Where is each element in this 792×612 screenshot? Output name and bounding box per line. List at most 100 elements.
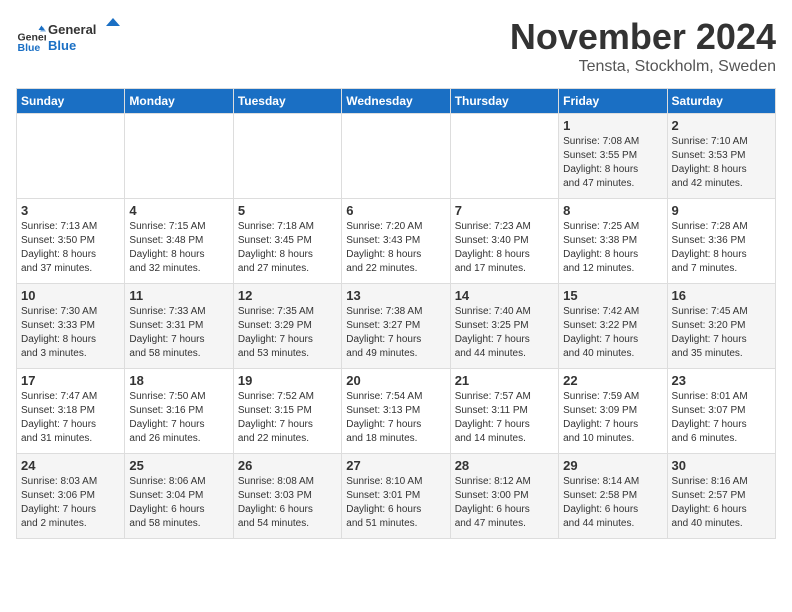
calendar-cell: 6Sunrise: 7:20 AMSunset: 3:43 PMDaylight… [342,199,450,284]
day-info: Sunrise: 7:23 AMSunset: 3:40 PMDaylight:… [455,220,554,276]
calendar-cell: 22Sunrise: 7:59 AMSunset: 3:09 PMDayligh… [559,369,667,454]
day-number: 16 [672,288,771,303]
calendar-cell: 9 Sunrise: 7:28 AMSunset: 3:36 PMDaylight… [667,199,775,284]
day-info: Sunrise: 7:52 AMSunset: 3:15 PMDaylight:… [238,390,337,446]
calendar-week-2: 10 Sunrise: 7:30 AMSunset: 3:33 PMDayligh… [17,284,776,369]
day-info: Sunrise: 8:14 AMSunset: 2:58 PMDaylight:… [563,475,662,531]
calendar-week-3: 17Sunrise: 7:47 AMSunset: 3:18 PMDayligh… [17,369,776,454]
day-info: Sunrise: 7:28 AMSunset: 3:36 PMDaylight:… [672,220,771,276]
day-info: Sunrise: 7:42 AMSunset: 3:22 PMDaylight:… [563,305,662,361]
calendar-cell: 17Sunrise: 7:47 AMSunset: 3:18 PMDayligh… [17,369,125,454]
calendar-cell [450,114,558,199]
day-info: Sunrise: 8:03 AMSunset: 3:06 PMDaylight:… [21,475,120,531]
calendar-cell: 11Sunrise: 7:33 AMSunset: 3:31 PMDayligh… [125,284,233,369]
column-header-thursday: Thursday [450,89,558,114]
calendar-cell: 5 Sunrise: 7:18 AMSunset: 3:45 PMDaylight… [233,199,341,284]
calendar-cell: 16 Sunrise: 7:45 AMSunset: 3:20 PMDayligh… [667,284,775,369]
calendar-cell: 26Sunrise: 8:08 AMSunset: 3:03 PMDayligh… [233,454,341,539]
day-number: 9 [672,203,771,218]
logo-icon: General Blue [16,24,46,54]
day-number: 17 [21,373,120,388]
calendar-header-row: SundayMondayTuesdayWednesdayThursdayFrid… [17,89,776,114]
day-number: 25 [129,458,228,473]
calendar-cell: 12 Sunrise: 7:35 AMSunset: 3:29 PMDayligh… [233,284,341,369]
day-number: 2 [672,118,771,133]
day-number: 14 [455,288,554,303]
logo: General Blue General Blue [16,16,128,61]
calendar-cell: 30Sunrise: 8:16 AMSunset: 2:57 PMDayligh… [667,454,775,539]
day-number: 8 [563,203,662,218]
calendar-cell: 19 Sunrise: 7:52 AMSunset: 3:15 PMDayligh… [233,369,341,454]
calendar-cell: 7 Sunrise: 7:23 AMSunset: 3:40 PMDaylight… [450,199,558,284]
calendar-cell: 24Sunrise: 8:03 AMSunset: 3:06 PMDayligh… [17,454,125,539]
day-number: 28 [455,458,554,473]
day-number: 3 [21,203,120,218]
day-info: Sunrise: 8:06 AMSunset: 3:04 PMDaylight:… [129,475,228,531]
calendar-cell: 1Sunrise: 7:08 AMSunset: 3:55 PMDaylight… [559,114,667,199]
calendar-cell: 28 Sunrise: 8:12 AMSunset: 3:00 PMDayligh… [450,454,558,539]
calendar-cell [233,114,341,199]
day-number: 21 [455,373,554,388]
day-info: Sunrise: 7:33 AMSunset: 3:31 PMDaylight:… [129,305,228,361]
day-info: Sunrise: 7:50 AMSunset: 3:16 PMDaylight:… [129,390,228,446]
calendar-cell [17,114,125,199]
day-info: Sunrise: 8:01 AMSunset: 3:07 PMDaylight:… [672,390,771,446]
title-block: November 2024 Tensta, Stockholm, Sweden [510,16,776,76]
column-header-monday: Monday [125,89,233,114]
day-number: 12 [238,288,337,303]
day-number: 23 [672,373,771,388]
calendar-cell: 13Sunrise: 7:38 AMSunset: 3:27 PMDayligh… [342,284,450,369]
svg-text:Blue: Blue [48,38,76,53]
calendar-cell [342,114,450,199]
calendar-cell: 14 Sunrise: 7:40 AMSunset: 3:25 PMDayligh… [450,284,558,369]
day-number: 5 [238,203,337,218]
day-info: Sunrise: 8:12 AMSunset: 3:00 PMDaylight:… [455,475,554,531]
month-title: November 2024 [510,16,776,58]
day-number: 29 [563,458,662,473]
logo-line1: General Blue [48,16,128,61]
day-number: 30 [672,458,771,473]
svg-text:General: General [48,22,96,37]
day-info: Sunrise: 7:30 AMSunset: 3:33 PMDaylight:… [21,305,120,361]
calendar-cell: 4 Sunrise: 7:15 AMSunset: 3:48 PMDaylight… [125,199,233,284]
calendar-cell: 2 Sunrise: 7:10 AMSunset: 3:53 PMDaylight… [667,114,775,199]
page-header: General Blue General Blue November 2024 … [16,16,776,76]
calendar-cell: 27 Sunrise: 8:10 AMSunset: 3:01 PMDayligh… [342,454,450,539]
day-info: Sunrise: 7:20 AMSunset: 3:43 PMDaylight:… [346,220,445,276]
column-header-tuesday: Tuesday [233,89,341,114]
calendar-cell: 10 Sunrise: 7:30 AMSunset: 3:33 PMDayligh… [17,284,125,369]
column-header-sunday: Sunday [17,89,125,114]
day-info: Sunrise: 7:18 AMSunset: 3:45 PMDaylight:… [238,220,337,276]
day-info: Sunrise: 7:10 AMSunset: 3:53 PMDaylight:… [672,135,771,191]
day-number: 27 [346,458,445,473]
column-header-friday: Friday [559,89,667,114]
day-info: Sunrise: 7:15 AMSunset: 3:48 PMDaylight:… [129,220,228,276]
day-info: Sunrise: 8:08 AMSunset: 3:03 PMDaylight:… [238,475,337,531]
day-info: Sunrise: 8:10 AMSunset: 3:01 PMDaylight:… [346,475,445,531]
day-number: 19 [238,373,337,388]
day-info: Sunrise: 7:54 AMSunset: 3:13 PMDaylight:… [346,390,445,446]
day-number: 18 [129,373,228,388]
calendar-cell [125,114,233,199]
calendar-cell: 25 Sunrise: 8:06 AMSunset: 3:04 PMDayligh… [125,454,233,539]
calendar-cell: 15Sunrise: 7:42 AMSunset: 3:22 PMDayligh… [559,284,667,369]
day-info: Sunrise: 7:57 AMSunset: 3:11 PMDaylight:… [455,390,554,446]
day-number: 4 [129,203,228,218]
day-number: 13 [346,288,445,303]
calendar-cell: 18 Sunrise: 7:50 AMSunset: 3:16 PMDayligh… [125,369,233,454]
day-number: 7 [455,203,554,218]
day-info: Sunrise: 7:40 AMSunset: 3:25 PMDaylight:… [455,305,554,361]
calendar-cell: 20Sunrise: 7:54 AMSunset: 3:13 PMDayligh… [342,369,450,454]
calendar-body: 1Sunrise: 7:08 AMSunset: 3:55 PMDaylight… [17,114,776,539]
svg-text:Blue: Blue [18,42,41,54]
day-info: Sunrise: 7:59 AMSunset: 3:09 PMDaylight:… [563,390,662,446]
calendar-week-4: 24Sunrise: 8:03 AMSunset: 3:06 PMDayligh… [17,454,776,539]
day-info: Sunrise: 7:35 AMSunset: 3:29 PMDaylight:… [238,305,337,361]
day-info: Sunrise: 7:25 AMSunset: 3:38 PMDaylight:… [563,220,662,276]
calendar-table: SundayMondayTuesdayWednesdayThursdayFrid… [16,88,776,539]
calendar-cell: 21 Sunrise: 7:57 AMSunset: 3:11 PMDayligh… [450,369,558,454]
day-info: Sunrise: 7:45 AMSunset: 3:20 PMDaylight:… [672,305,771,361]
calendar-cell: 8 Sunrise: 7:25 AMSunset: 3:38 PMDaylight… [559,199,667,284]
day-number: 1 [563,118,662,133]
day-number: 10 [21,288,120,303]
